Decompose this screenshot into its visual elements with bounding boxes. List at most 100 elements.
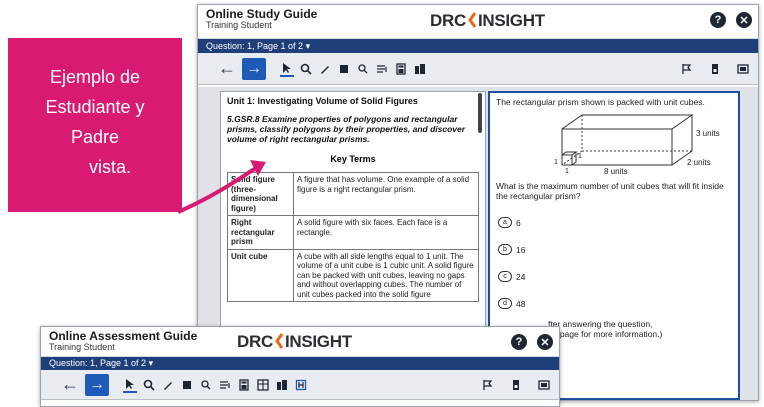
title-bar: Online Study Guide Training Student DRC I… <box>198 5 758 39</box>
flag-icon[interactable] <box>481 377 495 393</box>
assessment-guide-window: Online Assessment Guide Training Student… <box>40 326 560 407</box>
key-terms-heading: Key Terms <box>330 154 376 164</box>
close-icon[interactable]: ✕ <box>736 12 752 28</box>
definition-cell: A cube with all side lengths equal to 1 … <box>293 248 479 302</box>
term-cell: Solid figure (three-dimensional figure) <box>227 172 294 216</box>
back-arrow-icon[interactable]: ← <box>216 58 238 80</box>
next-arrow-icon[interactable]: → <box>85 373 109 396</box>
title-bar: Online Assessment Guide Training Student… <box>41 327 559 357</box>
table-row: Unit cube A cube with all side lengths e… <box>227 248 479 302</box>
table-row: Solid figure (three-dimensional figure) … <box>227 172 479 216</box>
definition-cell: A solid figure with six faces. Each face… <box>293 215 479 250</box>
option-bubble[interactable]: a <box>498 217 512 228</box>
highlighter-icon[interactable] <box>180 377 194 393</box>
right-tool-group <box>481 377 551 393</box>
help-icon[interactable]: ? <box>511 334 527 350</box>
table-row: Right rectangular prism A solid figure w… <box>227 215 479 250</box>
title-icons: ? ✕ <box>511 334 553 350</box>
answer-option-c[interactable]: c 24 <box>498 271 732 282</box>
user-name: Training Student <box>206 20 272 30</box>
answer-option-d[interactable]: d 48 <box>498 298 732 309</box>
zoom-icon[interactable] <box>199 377 213 393</box>
note-line: he page for more information.) <box>548 329 663 339</box>
logo-drc: DRC <box>237 332 273 351</box>
highlighter-icon[interactable] <box>337 61 351 77</box>
reference-icon[interactable] <box>413 61 427 77</box>
option-bubble[interactable]: d <box>498 298 512 309</box>
question-stem: The rectangular prism shown is packed wi… <box>496 97 705 107</box>
zoom-icon[interactable] <box>356 61 370 77</box>
logo-bracket-icon <box>275 333 284 349</box>
window-title: Online Study Guide <box>206 7 318 21</box>
magnifier-icon[interactable] <box>299 61 313 77</box>
pointer-icon[interactable] <box>123 377 137 393</box>
reference-icon[interactable] <box>275 377 289 393</box>
screenshot-stage: Online Study Guide Training Student DRC I… <box>0 0 764 407</box>
tool-group <box>123 377 308 393</box>
option-bubble[interactable]: b <box>498 244 512 255</box>
logo-drc: DRC <box>430 11 466 30</box>
back-arrow-icon[interactable]: ← <box>59 374 81 396</box>
callout-line: Ejemplo de <box>49 67 141 87</box>
key-terms-table: Solid figure (three-dimensional figure) … <box>227 172 479 302</box>
instruction-note: fter answering the question, he page for… <box>548 319 732 339</box>
right-tool-group <box>680 61 750 77</box>
callout-line: Padre <box>70 127 120 147</box>
pencil-icon[interactable] <box>161 377 175 393</box>
line-reader-icon[interactable] <box>375 61 389 77</box>
next-arrow-icon[interactable]: → <box>242 57 266 80</box>
toolbar: ← → <box>198 53 758 85</box>
standard-text: 5.GSR.8 Examine properties of polygons a… <box>227 114 466 144</box>
pencil-icon[interactable] <box>318 61 332 77</box>
length-label: 8 units <box>604 167 628 175</box>
answer-option-b[interactable]: b 16 <box>498 244 732 255</box>
logo-insight: INSIGHT <box>477 11 545 30</box>
user-name: Training Student <box>49 342 115 352</box>
logo-bracket-icon <box>468 12 477 28</box>
option-value: 6 <box>516 217 521 228</box>
definition-cell: A figure that has volume. One example of… <box>293 172 479 216</box>
masking-icon[interactable] <box>294 377 308 393</box>
unit-label-a: 1 <box>554 159 558 166</box>
depth-label: 2 units <box>687 158 711 167</box>
review-icon[interactable] <box>736 61 750 77</box>
height-label: 3 units <box>696 129 720 138</box>
tool-group <box>280 61 427 77</box>
passage-scrollbar[interactable] <box>478 93 482 133</box>
help-icon[interactable]: ? <box>710 12 726 28</box>
callout-line: vista. <box>88 157 131 177</box>
table-icon[interactable] <box>256 377 270 393</box>
question-navigation[interactable]: Question: 1, Page 1 of 2 ▾ <box>198 39 758 53</box>
calculator-icon[interactable] <box>394 61 408 77</box>
drc-insight-logo: DRC INSIGHT <box>237 332 352 352</box>
notes-icon[interactable] <box>708 61 722 77</box>
close-icon[interactable]: ✕ <box>537 334 553 350</box>
note-line: fter answering the question, <box>548 319 653 329</box>
option-value: 16 <box>516 244 526 255</box>
callout-box: Ejemplo de Estudiante y Padre vista. <box>8 38 182 212</box>
toolbar: ← → <box>41 370 559 400</box>
review-icon[interactable] <box>537 377 551 393</box>
flag-icon[interactable] <box>680 61 694 77</box>
question-prompt: What is the maximum number of unit cubes… <box>496 181 724 201</box>
window-title: Online Assessment Guide <box>49 329 198 343</box>
unit-title: Unit 1: Investigating Volume of Solid Fi… <box>227 96 418 106</box>
option-value: 24 <box>516 271 526 282</box>
line-reader-icon[interactable] <box>218 377 232 393</box>
logo-insight: INSIGHT <box>284 332 352 351</box>
option-value: 48 <box>516 298 526 309</box>
prism-figure: 3 units 2 units 8 units 1 1 1 <box>554 114 720 175</box>
magnifier-icon[interactable] <box>142 377 156 393</box>
callout-line: Estudiante y <box>45 97 145 117</box>
calculator-icon[interactable] <box>237 377 251 393</box>
unit-label-b: 1 <box>565 168 569 175</box>
question-navigation[interactable]: Question: 1, Page 1 of 2 ▾ <box>41 357 559 370</box>
option-bubble[interactable]: c <box>498 271 512 282</box>
notes-icon[interactable] <box>509 377 523 393</box>
drc-insight-logo: DRC INSIGHT <box>430 11 545 31</box>
unit-label-c: 1 <box>578 153 582 160</box>
term-cell: Unit cube <box>227 248 294 302</box>
answer-option-a[interactable]: a6 <box>498 217 732 228</box>
term-cell: Right rectangular prism <box>227 215 294 250</box>
pointer-icon[interactable] <box>280 61 294 77</box>
